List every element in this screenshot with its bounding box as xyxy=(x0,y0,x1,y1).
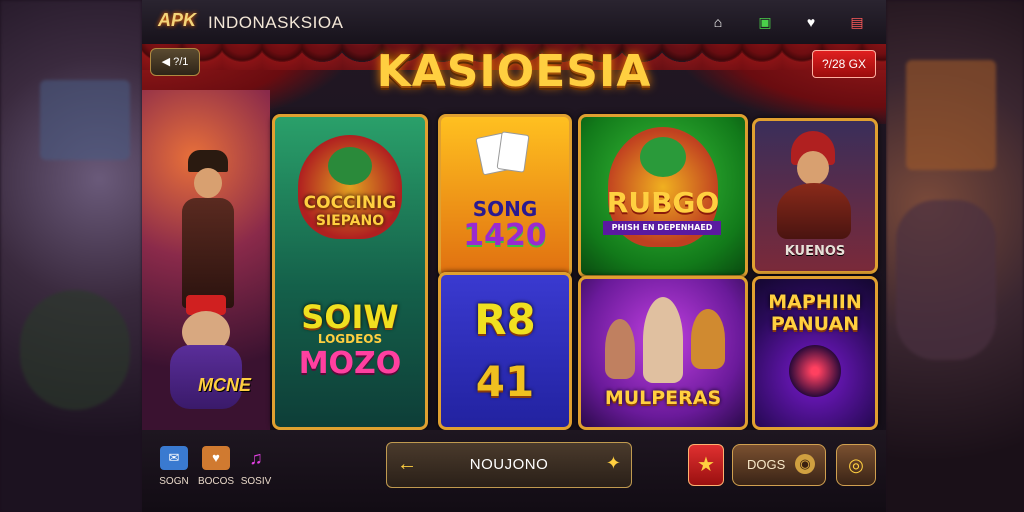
tile-ribbon: PHISH EN DEPENHAED xyxy=(603,221,721,235)
home-icon[interactable]: ⌂ xyxy=(707,12,729,32)
music-icon[interactable]: ♫ xyxy=(242,446,270,470)
heart-icon[interactable]: ♥ xyxy=(800,12,822,32)
app-window: APK INDONASKSIOA ⌂ ▣ ♥ ▤ KASIOESIA ◀ ?/1… xyxy=(142,0,886,512)
shortcut-label[interactable]: BOCOS xyxy=(196,476,236,487)
host-character xyxy=(172,150,244,310)
tile-number: 41 xyxy=(475,357,535,406)
chip-icon[interactable]: ▣ xyxy=(754,12,776,32)
game-tile-maphiin[interactable]: MAPHIIN PANUAN xyxy=(752,276,878,430)
tile-title: MULPERAS xyxy=(604,387,722,409)
tile-number: 1420 xyxy=(463,218,547,253)
tile-title: SONG xyxy=(472,197,538,221)
game-tile-song[interactable]: SONG 1420 xyxy=(438,114,572,278)
promo-button[interactable]: ?/28 GX xyxy=(812,50,876,78)
coin-icon: ◉ xyxy=(795,454,815,474)
shortcut-label[interactable]: SOGN xyxy=(154,476,194,487)
panther-icon xyxy=(789,345,841,397)
mascot-label: MCNE xyxy=(198,375,251,395)
tile-title: COCCINIG xyxy=(303,193,397,213)
game-tile-mulperas[interactable]: MULPERAS xyxy=(578,276,748,430)
character-center xyxy=(643,297,683,383)
app-title: INDONASKSIOA xyxy=(208,13,344,32)
tile-tagline: LOGDEOS xyxy=(317,332,383,346)
chat-icon[interactable]: ▤ xyxy=(846,12,868,32)
player-face xyxy=(797,151,829,185)
game-tile-r8[interactable]: R8 41 xyxy=(438,272,572,430)
favorite-button[interactable]: ★ xyxy=(688,444,724,486)
gift-icon[interactable]: ♥ xyxy=(202,446,230,470)
tile-subtitle: PANUAN xyxy=(770,313,860,335)
app-logo[interactable]: APK xyxy=(158,10,198,34)
search-input[interactable]: NOUJONO xyxy=(387,456,631,473)
background-left xyxy=(0,0,142,512)
tile-title-2: SOIW xyxy=(301,298,399,336)
pig-card-icon xyxy=(496,131,530,173)
dogs-button-label: DOGS xyxy=(747,457,786,472)
host-panel: MCNE xyxy=(142,90,270,430)
tile-title: R8 xyxy=(474,295,536,344)
game-search-bar[interactable]: ← NOUJONO ✦ xyxy=(386,442,632,488)
game-tile-rubgo[interactable]: RUBGO PHISH EN DEPENHAED xyxy=(578,114,748,278)
dragon-head-icon xyxy=(640,137,686,177)
chat-icon[interactable]: ✉ xyxy=(160,446,188,470)
dragon-head-icon xyxy=(328,147,372,185)
background-right xyxy=(886,0,1024,512)
shortcut-label[interactable]: SOSIV xyxy=(236,476,276,487)
game-tile-kuenos[interactable]: KUENOS xyxy=(752,118,878,274)
mascot-character[interactable]: MCNE xyxy=(158,295,254,415)
back-button[interactable]: ◀ ?/1 xyxy=(150,48,200,76)
tile-title: MAPHIIN xyxy=(768,291,862,313)
dogs-button[interactable]: DOGS ◉ xyxy=(732,444,826,486)
star-icon[interactable]: ✦ xyxy=(606,453,621,474)
top-bar: APK INDONASKSIOA ⌂ ▣ ♥ ▤ xyxy=(142,0,886,45)
fox-character xyxy=(691,309,725,369)
game-tile-coccinig[interactable]: COCCINIG SIEPANO SOIW LOGDEOS MOZO xyxy=(272,114,428,430)
character-left xyxy=(605,319,635,379)
tile-title: RUBGO xyxy=(606,186,720,219)
refresh-button[interactable]: ◎ xyxy=(836,444,876,486)
player-suit xyxy=(777,183,851,239)
tile-title-3: MOZO xyxy=(298,346,402,381)
tile-title: KUENOS xyxy=(784,244,846,259)
tile-subtitle: SIEPANO xyxy=(315,213,385,229)
